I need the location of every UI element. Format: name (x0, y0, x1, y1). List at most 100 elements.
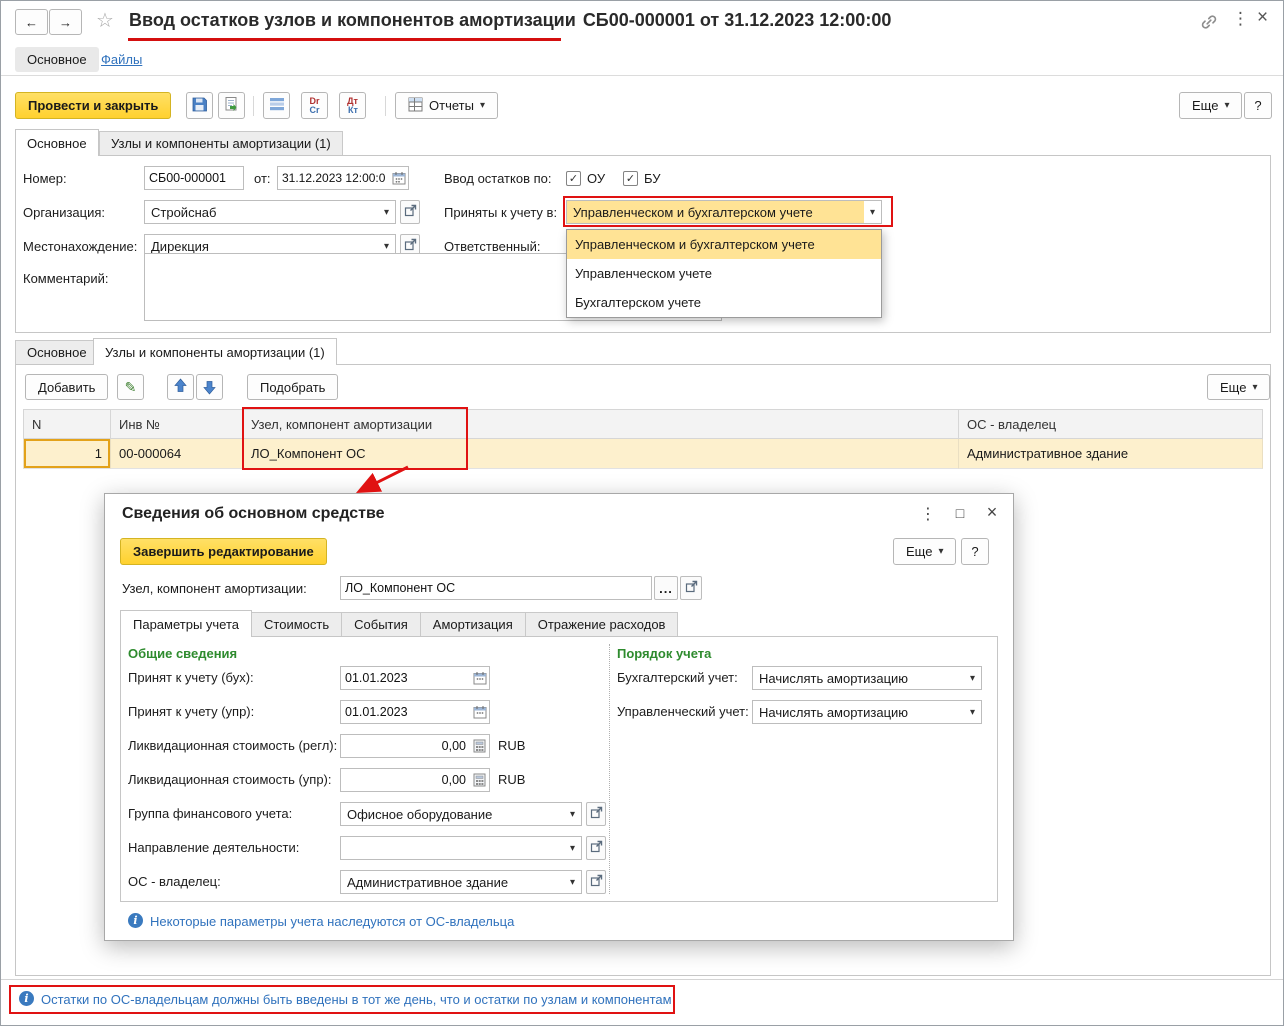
tab-events[interactable]: События (341, 612, 421, 636)
activity-open-button[interactable] (586, 836, 606, 860)
movements-button[interactable] (263, 92, 290, 119)
calculator-icon[interactable] (470, 769, 489, 791)
close-button[interactable]: × (1257, 7, 1268, 29)
number-field[interactable] (144, 166, 244, 190)
calculator-icon[interactable] (470, 735, 489, 757)
accepted-buh-input[interactable] (341, 671, 470, 685)
table-cell-node[interactable]: ЛО_Компонент ОС (243, 439, 959, 469)
bookkeeping-order-combo[interactable]: Начислять амортизацию ▾ (752, 666, 982, 690)
dialog-close-button[interactable]: × (981, 502, 1003, 522)
status-message: Остатки по ОС-владельцам должны быть вве… (41, 992, 672, 1007)
node-open-button[interactable] (680, 576, 702, 600)
link-icon[interactable] (1199, 12, 1219, 35)
chevron-down-icon[interactable]: ▾ (564, 803, 581, 825)
favorite-star-icon[interactable]: ☆ (96, 8, 114, 33)
tab2-nodes[interactable]: Узлы и компоненты амортизации (1) (93, 338, 337, 365)
table-cell-inv[interactable]: 00-000064 (111, 439, 243, 469)
accepted-combo[interactable]: Управленческом и бухгалтерском учете ▾ (566, 200, 882, 224)
liquidation-upr-input[interactable] (341, 773, 470, 787)
post-and-close-button[interactable]: Провести и закрыть (15, 92, 171, 119)
finish-editing-button[interactable]: Завершить редактирование (120, 538, 327, 565)
node-field[interactable] (340, 576, 652, 600)
help-button[interactable]: ? (1244, 92, 1272, 119)
liquidation-reg-input[interactable] (341, 739, 470, 753)
forward-button[interactable]: → (49, 9, 82, 35)
chevron-down-icon[interactable]: ▾ (564, 837, 581, 859)
dialog-maximize-button[interactable]: □ (949, 503, 971, 523)
number-input[interactable] (145, 171, 243, 185)
reports-button[interactable]: Отчеты ▾ (395, 92, 498, 119)
calendar-icon[interactable] (389, 167, 408, 189)
nav-tab-main[interactable]: Основное (15, 47, 99, 72)
chevron-down-icon[interactable]: ▾ (964, 667, 981, 689)
owner-open-button[interactable] (586, 870, 606, 894)
ou-label: ОУ (587, 171, 605, 186)
liquidation-reg-field[interactable] (340, 734, 490, 758)
chevron-down-icon[interactable]: ▾ (378, 201, 395, 223)
node-input[interactable] (341, 581, 651, 595)
calendar-icon[interactable] (470, 667, 489, 689)
header-cell-owner[interactable]: ОС - владелец (959, 409, 1263, 439)
activity-combo[interactable]: ▾ (340, 836, 582, 860)
tab-main[interactable]: Основное (15, 129, 99, 156)
finance-group-combo[interactable]: Офисное оборудование ▾ (340, 802, 582, 826)
accepted-upr-field[interactable] (340, 700, 490, 724)
tab-parameters[interactable]: Параметры учета (120, 610, 252, 637)
tab-expenses[interactable]: Отражение расходов (525, 612, 679, 636)
tab-cost[interactable]: Стоимость (251, 612, 342, 636)
dialog-kebab-button[interactable]: ⋮ (917, 504, 939, 524)
move-down-button[interactable] (196, 374, 223, 400)
nav-link-files[interactable]: Файлы (101, 52, 142, 67)
organization-combo[interactable]: Стройснаб ▾ (144, 200, 396, 224)
save-button[interactable] (186, 92, 213, 119)
choose-button[interactable]: ... (654, 576, 678, 600)
header-cell-n[interactable]: N (23, 409, 111, 439)
dialog-more-button[interactable]: Еще▾ (893, 538, 956, 565)
edit-button[interactable]: ✎ (117, 374, 144, 400)
tab-depreciation[interactable]: Амортизация (420, 612, 526, 636)
back-button[interactable]: ← (15, 9, 48, 35)
up-arrow-icon (174, 378, 187, 396)
more-label: Еще (1220, 380, 1246, 395)
table-cell-owner[interactable]: Административное здание (959, 439, 1263, 469)
header-cell-node[interactable]: Узел, компонент амортизации (243, 409, 959, 439)
management-order-combo[interactable]: Начислять амортизацию ▾ (752, 700, 982, 724)
kebab-menu-button[interactable]: ⋮ (1232, 9, 1249, 29)
calendar-icon[interactable] (470, 701, 489, 723)
drcr-button[interactable]: DrCr (301, 92, 328, 119)
dropdown-option[interactable]: Управленческом и бухгалтерском учете (567, 230, 881, 259)
dropdown-option[interactable]: Бухгалтерском учете (567, 288, 881, 317)
date-field[interactable] (277, 166, 409, 190)
finance-group-open-button[interactable] (586, 802, 606, 826)
organization-open-button[interactable] (400, 200, 420, 224)
accepted-buh-field[interactable] (340, 666, 490, 690)
date-input[interactable] (278, 171, 389, 185)
open-icon (590, 806, 603, 822)
grid-more-button[interactable]: Еще▾ (1207, 374, 1270, 400)
ou-checkbox[interactable]: ✓ (566, 171, 581, 186)
dialog-title: Сведения об основном средстве (122, 505, 385, 523)
table-cell-n[interactable]: 1 (23, 439, 111, 469)
pick-button[interactable]: Подобрать (247, 374, 338, 400)
owner-combo[interactable]: Административное здание ▾ (340, 870, 582, 894)
liquidation-upr-field[interactable] (340, 768, 490, 792)
dtkt-button[interactable]: ДтКт (339, 92, 366, 119)
add-button[interactable]: Добавить (25, 374, 108, 400)
accepted-upr-input[interactable] (341, 705, 470, 719)
chevron-down-icon[interactable]: ▾ (564, 871, 581, 893)
chevron-down-icon[interactable]: ▾ (864, 201, 881, 223)
tab-nodes[interactable]: Узлы и компоненты амортизации (1) (99, 131, 343, 155)
move-up-button[interactable] (167, 374, 194, 400)
dropdown-option[interactable]: Управленческом учете (567, 259, 881, 288)
tab2-main[interactable]: Основное (15, 340, 99, 364)
kebab-icon: ⋮ (920, 504, 936, 524)
activity-value (341, 837, 564, 859)
chevron-down-icon[interactable]: ▾ (964, 701, 981, 723)
down-arrow-icon (203, 380, 216, 395)
header-cell-inv[interactable]: Инв № (111, 409, 243, 439)
post-document-button[interactable] (218, 92, 245, 119)
more-button[interactable]: Еще▾ (1179, 92, 1242, 119)
organization-value: Стройснаб (145, 201, 378, 223)
dialog-help-button[interactable]: ? (961, 538, 989, 565)
bu-checkbox[interactable]: ✓ (623, 171, 638, 186)
